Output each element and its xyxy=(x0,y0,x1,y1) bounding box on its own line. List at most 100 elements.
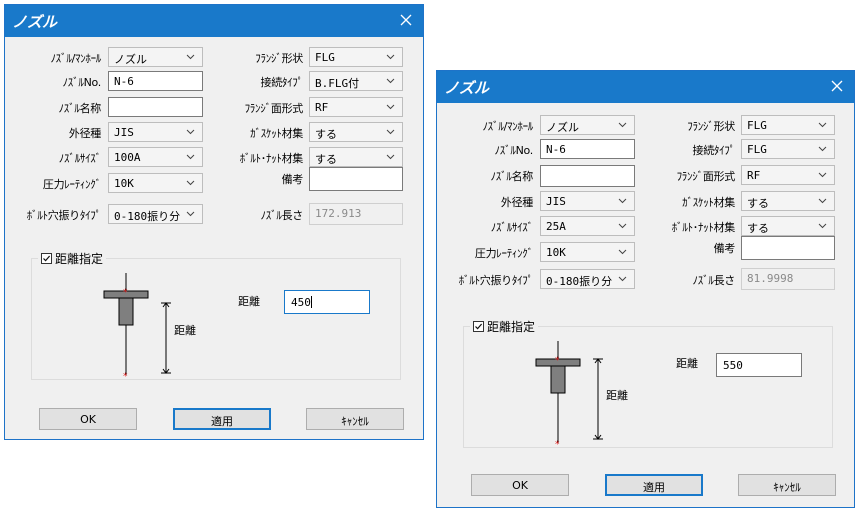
flange-shape-label: ﾌﾗﾝｼﾞ形状 xyxy=(687,120,735,133)
select-value: 0-180振り分 xyxy=(114,210,181,223)
nozzle-dialog-1: ノズル ﾉｽﾞﾙ/ﾏﾝﾎｰﾙ ノズル ﾌﾗﾝｼﾞ形状 FLG ﾉｽﾞﾙNo. N… xyxy=(4,4,424,440)
nozzle-diagram: * * xyxy=(103,273,171,381)
apply-button[interactable]: 適用 xyxy=(173,408,271,430)
chevron-down-icon xyxy=(818,223,827,229)
chevron-down-icon xyxy=(186,54,195,60)
bolt-hole-label: ﾎﾞﾙﾄ穴振りﾀｲﾌﾟ xyxy=(458,274,534,287)
connection-type-select[interactable]: FLG xyxy=(741,139,835,159)
top-marker-icon: * xyxy=(555,356,560,366)
select-value: RF xyxy=(315,101,329,114)
cancel-button[interactable]: ｷｬﾝｾﾙ xyxy=(738,474,836,496)
remarks-label: 備考 xyxy=(281,173,304,186)
distance-label: 距離 xyxy=(238,295,260,308)
chevron-down-icon xyxy=(818,122,827,128)
top-marker-icon: * xyxy=(123,288,128,298)
nozzle-diagram: * * xyxy=(535,341,603,449)
outer-diameter-select[interactable]: JIS xyxy=(108,122,203,142)
chevron-down-icon xyxy=(818,172,827,178)
distance-group: 距離指定 * * 距離 距離 550 xyxy=(463,318,833,449)
chevron-down-icon xyxy=(186,211,195,217)
title-bar[interactable]: ノズル xyxy=(437,71,854,103)
title-bar[interactable]: ノズル xyxy=(5,5,423,37)
nozzle-name-label: ﾉｽﾞﾙ名称 xyxy=(58,102,102,115)
select-value: 10K xyxy=(546,246,566,259)
select-value: 10K xyxy=(114,177,134,190)
nozzle-dialog-2: ノズル ﾉｽﾞﾙ/ﾏﾝﾎｰﾙ ノズル ﾌﾗﾝｼﾞ形状 FLG ﾉｽﾞﾙNo. N… xyxy=(436,70,855,508)
pressure-rating-label: 圧力ﾚｰﾃｨﾝｸﾞ xyxy=(474,247,533,260)
select-value: する xyxy=(315,153,337,166)
bolt-hole-label: ﾎﾞﾙﾄ穴振りﾀｲﾌﾟ xyxy=(26,209,102,222)
connection-type-label: 接続ﾀｲﾌﾟ xyxy=(260,76,304,89)
select-value: FLG xyxy=(747,119,767,132)
nozzle-manhole-select[interactable]: ノズル xyxy=(540,115,635,135)
remarks-input[interactable] xyxy=(309,167,403,191)
text-caret xyxy=(310,296,312,308)
nozzle-no-input[interactable]: N-6 xyxy=(540,139,635,159)
dialog-title: ノズル xyxy=(444,79,490,97)
form-row: ﾎﾞﾙﾄ穴振りﾀｲﾌﾟ 0-180振り分 ﾉｽﾞﾙ長さ 81.9998 xyxy=(445,268,846,291)
remarks-label: 備考 xyxy=(713,242,736,255)
bottom-marker-icon: * xyxy=(555,440,560,449)
flange-face-label: ﾌﾗﾝｼﾞ面形式 xyxy=(676,170,736,183)
nozzle-pipe-shape xyxy=(550,365,566,394)
bolt-nut-select[interactable]: する xyxy=(741,216,835,236)
form-row: ﾎﾞﾙﾄ穴振りﾀｲﾌﾟ 0-180振り分 ﾉｽﾞﾙ長さ 172.913 xyxy=(13,203,415,226)
nozzle-size-select[interactable]: 25A xyxy=(540,216,635,236)
form-row: ﾉｽﾞﾙｻｲｽﾞ 100A ﾎﾞﾙﾄ･ﾅｯﾄ材集 する xyxy=(13,147,415,169)
ok-button[interactable]: OK xyxy=(471,474,569,496)
apply-button[interactable]: 適用 xyxy=(605,474,703,496)
bolt-nut-label: ﾎﾞﾙﾄ･ﾅｯﾄ材集 xyxy=(239,152,304,165)
distance-input[interactable]: 450 xyxy=(284,290,370,314)
form-row: ﾉｽﾞﾙNo. N-6 接続ﾀｲﾌﾟ FLG xyxy=(445,139,846,161)
close-icon[interactable] xyxy=(829,78,845,94)
nozzle-name-input[interactable] xyxy=(108,97,203,117)
outer-diameter-select[interactable]: JIS xyxy=(540,191,635,211)
bolt-hole-select[interactable]: 0-180振り分 xyxy=(108,204,203,224)
flange-shape-select[interactable]: FLG xyxy=(309,47,403,67)
form-row: 圧力ﾚｰﾃｨﾝｸﾞ 10K 備考 xyxy=(445,236,846,264)
gasket-select[interactable]: する xyxy=(309,122,403,142)
remarks-input[interactable] xyxy=(741,236,835,260)
flange-face-select[interactable]: RF xyxy=(741,165,835,185)
bolt-nut-label: ﾎﾞﾙﾄ･ﾅｯﾄ材集 xyxy=(671,221,736,234)
nozzle-length-readonly: 81.9998 xyxy=(741,268,835,290)
nozzle-manhole-label: ﾉｽﾞﾙ/ﾏﾝﾎｰﾙ xyxy=(482,120,533,133)
nozzle-name-label: ﾉｽﾞﾙ名称 xyxy=(490,170,534,183)
ok-button[interactable]: OK xyxy=(39,408,137,430)
nozzle-manhole-select[interactable]: ノズル xyxy=(108,47,203,67)
nozzle-length-label: ﾉｽﾞﾙ長さ xyxy=(692,274,736,287)
gasket-select[interactable]: する xyxy=(741,191,835,211)
bolt-hole-select[interactable]: 0-180振り分 xyxy=(540,269,635,289)
flange-face-label: ﾌﾗﾝｼﾞ面形式 xyxy=(244,102,304,115)
dialog-title: ノズル xyxy=(12,13,58,31)
nozzle-name-input[interactable] xyxy=(540,165,635,187)
form-row: ﾉｽﾞﾙ名称 ﾌﾗﾝｼﾞ面形式 RF xyxy=(13,97,415,119)
chevron-down-icon xyxy=(386,129,395,135)
select-value: FLG xyxy=(315,51,335,64)
close-icon[interactable] xyxy=(398,12,414,28)
chevron-down-icon xyxy=(618,249,627,255)
select-value: する xyxy=(315,128,337,141)
chevron-down-icon xyxy=(818,146,827,152)
nozzle-no-input[interactable]: N-6 xyxy=(108,71,203,91)
form-row: ﾉｽﾞﾙ/ﾏﾝﾎｰﾙ ノズル ﾌﾗﾝｼﾞ形状 FLG xyxy=(445,115,846,137)
flange-shape-select[interactable]: FLG xyxy=(741,115,835,135)
distance-input[interactable]: 550 xyxy=(716,353,802,377)
flange-face-select[interactable]: RF xyxy=(309,97,403,117)
chevron-down-icon xyxy=(186,129,195,135)
nozzle-size-label: ﾉｽﾞﾙｻｲｽﾞ xyxy=(58,152,102,165)
pressure-rating-select[interactable]: 10K xyxy=(108,173,203,193)
cancel-button[interactable]: ｷｬﾝｾﾙ xyxy=(306,408,404,430)
nozzle-size-label: ﾉｽﾞﾙｻｲｽﾞ xyxy=(490,221,534,234)
gasket-label: ｶﾞｽｹｯﾄ材集 xyxy=(682,196,735,209)
form-row: ﾉｽﾞﾙ名称 ﾌﾗﾝｼﾞ面形式 RF xyxy=(445,165,846,187)
bolt-nut-select[interactable]: する xyxy=(309,147,403,167)
chevron-down-icon xyxy=(386,54,395,60)
form-row: ﾉｽﾞﾙ/ﾏﾝﾎｰﾙ ノズル ﾌﾗﾝｼﾞ形状 FLG xyxy=(13,47,415,69)
select-value: 25A xyxy=(546,220,566,233)
connection-type-select[interactable]: B.FLG付 xyxy=(309,71,403,91)
outer-diameter-label: 外径種 xyxy=(68,127,101,140)
nozzle-size-select[interactable]: 100A xyxy=(108,147,203,167)
distance-value: 450 xyxy=(291,296,311,309)
pressure-rating-select[interactable]: 10K xyxy=(540,242,635,262)
